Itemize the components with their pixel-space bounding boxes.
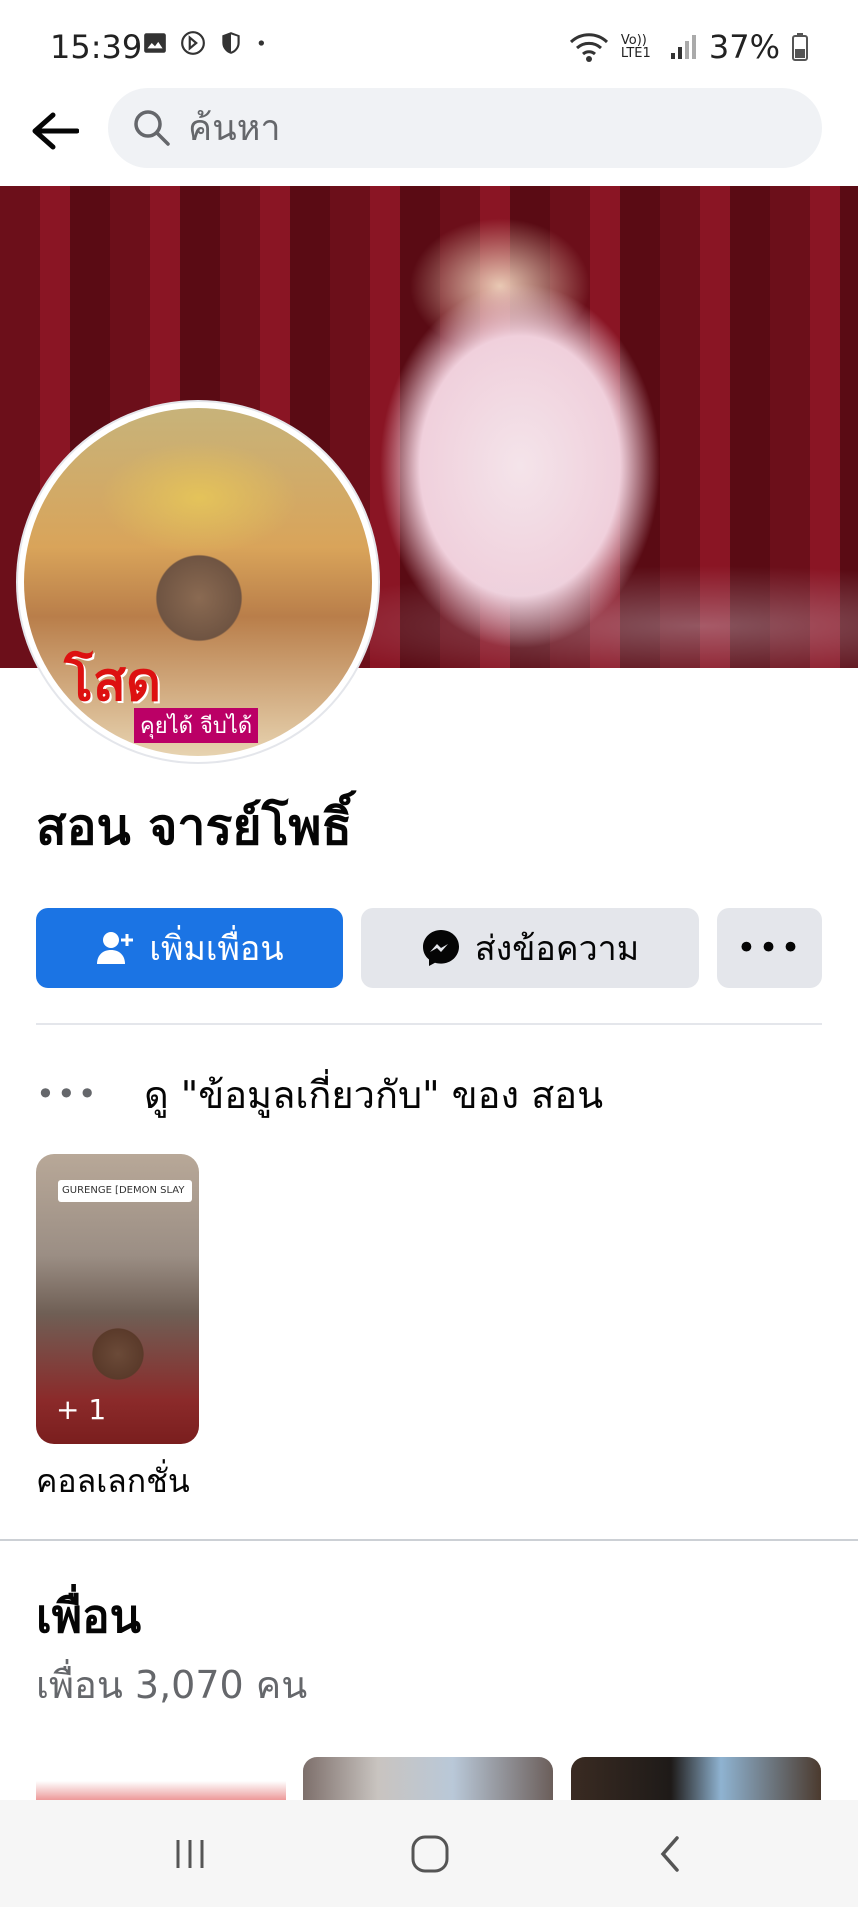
arrow-left-icon bbox=[32, 112, 79, 150]
message-label: ส่งข้อความ bbox=[474, 929, 640, 969]
collection-label: คอลเลกชั่น bbox=[36, 1462, 190, 1500]
home-button[interactable] bbox=[390, 1822, 470, 1886]
profile-name: สอน จารย์โพธิ์ bbox=[36, 798, 352, 856]
profile-actions: เพิ่มเพื่อน ส่งข้อความ ••• bbox=[36, 908, 822, 988]
message-button[interactable]: ส่งข้อความ bbox=[361, 908, 699, 988]
search-box[interactable] bbox=[108, 88, 822, 168]
add-friend-button[interactable]: เพิ่มเพื่อน bbox=[36, 908, 343, 988]
dot-icon bbox=[258, 40, 264, 46]
status-icons-left bbox=[142, 30, 272, 56]
image-icon bbox=[144, 33, 166, 53]
header bbox=[0, 88, 858, 184]
status-bar: 15:39 Vo)) LTE1 37% bbox=[0, 0, 858, 90]
about-text: ดู "ข้อมูลเกี่ยวกับ" ของ สอน bbox=[144, 1072, 604, 1117]
more-options-icon: ••• bbox=[736, 928, 803, 968]
back-button[interactable] bbox=[24, 100, 86, 162]
about-link[interactable]: ••• ดู "ข้อมูลเกี่ยวกับ" ของ สอน bbox=[36, 1064, 822, 1124]
collection-count: + 1 bbox=[56, 1393, 107, 1426]
messenger-icon bbox=[422, 930, 459, 966]
search-input[interactable] bbox=[186, 106, 790, 150]
collection-tag: GURENGE [DEMON SLAY bbox=[58, 1180, 192, 1202]
shield-icon bbox=[222, 32, 240, 54]
avatar-image: โสด คุยได้ จีบได้ bbox=[24, 408, 372, 756]
add-friend-icon bbox=[97, 932, 134, 964]
no-disturb-icon bbox=[181, 31, 205, 55]
status-time: 15:39 bbox=[50, 28, 143, 66]
recent-apps-button[interactable] bbox=[150, 1822, 230, 1886]
system-nav-bar bbox=[0, 1800, 858, 1907]
signal-icon bbox=[670, 35, 696, 59]
more-options-button[interactable]: ••• bbox=[717, 908, 822, 988]
search-icon bbox=[134, 110, 170, 146]
section-separator bbox=[0, 1539, 858, 1541]
battery-icon bbox=[792, 33, 808, 61]
system-back-button[interactable] bbox=[630, 1822, 710, 1886]
more-dots-icon: ••• bbox=[36, 1075, 99, 1113]
add-friend-label: เพิ่มเพื่อน bbox=[149, 929, 284, 969]
status-right: Vo)) LTE1 37% bbox=[569, 28, 808, 66]
profile-avatar[interactable]: โสด คุยได้ จีบได้ bbox=[18, 402, 378, 762]
wifi-icon bbox=[569, 33, 608, 62]
home-icon bbox=[411, 1835, 449, 1873]
friends-count: เพื่อน 3,070 คน bbox=[36, 1663, 308, 1707]
recent-apps-icon bbox=[176, 1840, 204, 1868]
volte-icon: Vo)) LTE1 bbox=[620, 33, 651, 61]
battery-percent: 37% bbox=[708, 28, 780, 66]
friends-title: เพื่อน bbox=[36, 1589, 142, 1643]
chevron-left-icon bbox=[660, 1836, 679, 1872]
divider bbox=[36, 1023, 822, 1025]
avatar-overlay-subtext: คุยได้ จีบได้ bbox=[134, 708, 259, 743]
collection-thumbnail[interactable]: GURENGE [DEMON SLAY + 1 bbox=[36, 1154, 199, 1444]
